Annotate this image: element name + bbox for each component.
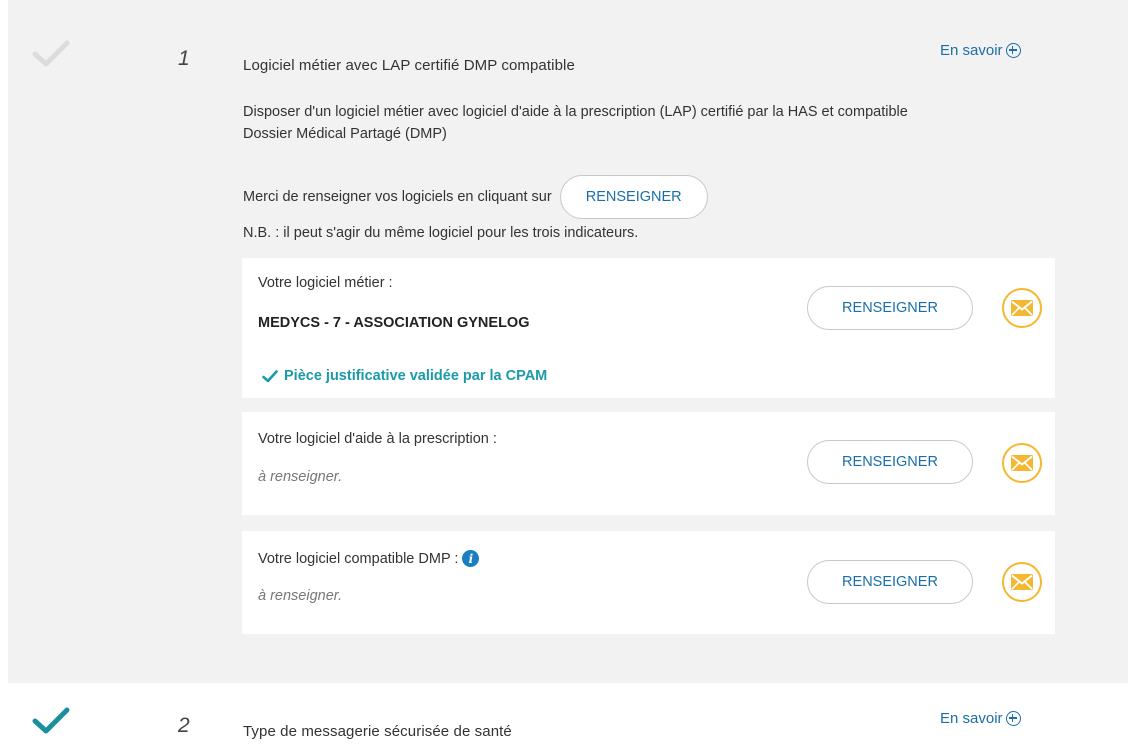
section-description: Disposer d'un logiciel métier avec logic… [243,104,908,142]
renseigner-button[interactable]: RENSEIGNER [559,175,708,219]
en-savoir-link[interactable]: En savoir [940,710,1021,727]
section-number: 2 [178,714,190,737]
en-savoir-link[interactable]: En savoir [940,42,1021,59]
mail-icon[interactable] [1002,443,1042,483]
checkmark-icon [32,707,70,735]
en-savoir-label: En savoir [940,710,1003,727]
mail-icon[interactable] [1002,288,1042,328]
renseigner-button[interactable]: RENSEIGNER [807,440,973,484]
section-number: 1 [178,47,190,70]
validation-text: Pièce justificative validée par la CPAM [284,368,548,384]
en-savoir-label: En savoir [940,42,1003,59]
renseigner-button[interactable]: RENSEIGNER [807,286,973,330]
instruction-line: Merci de renseigner vos logiciels en cli… [243,175,708,219]
instruction-text: Merci de renseigner vos logiciels en cli… [243,189,552,205]
software-card-dmp: Votre logiciel compatible DMP : i à rens… [242,531,1055,634]
check-icon [262,369,278,382]
validation-status: Pièce justificative validée par la CPAM [262,368,547,384]
card-placeholder: à renseigner. [258,469,343,485]
info-icon[interactable]: i [462,550,480,567]
plus-circle-icon [1005,711,1021,726]
renseigner-button[interactable]: RENSEIGNER [807,560,973,604]
software-name: MEDYCS - 7 - ASSOCIATION GYNELOG [258,315,530,331]
card-label: Votre logiciel compatible DMP : i [258,550,480,567]
section-title: Logiciel métier avec LAP certifié DMP co… [243,57,575,74]
card-label-text: Votre logiciel compatible DMP : [258,550,459,567]
mail-icon[interactable] [1002,562,1042,602]
software-card-lap: Votre logiciel d'aide à la prescription … [242,412,1055,515]
checkmark-icon [32,40,70,68]
software-card-metier: Votre logiciel métier : MEDYCS - 7 - ASS… [242,258,1055,398]
card-label: Votre logiciel d'aide à la prescription … [258,431,497,447]
card-label: Votre logiciel métier : [258,275,393,291]
note-text: N.B. : il peut s'agir du même logiciel p… [243,225,639,241]
section-title: Type de messagerie sécurisée de santé [243,723,512,740]
card-placeholder: à renseigner. [258,588,343,604]
plus-circle-icon [1005,43,1021,58]
